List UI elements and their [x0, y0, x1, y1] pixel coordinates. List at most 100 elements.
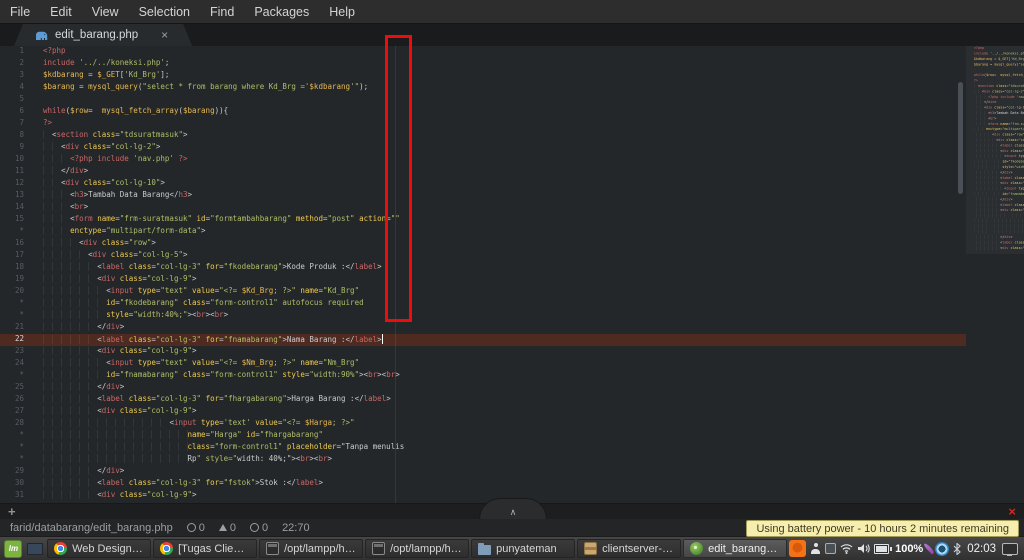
code-line[interactable]: 14 <br>	[0, 202, 1024, 214]
code-line[interactable]: * class="form-control1" placeholder="Tan…	[0, 442, 1024, 454]
code-editor[interactable]: 1 <?php 2 include '../../koneksi.php'; 3 $kdb…	[0, 46, 1024, 503]
code-text: <form name="frm-suratmasuk" id="formtamb…	[43, 214, 400, 226]
code-line[interactable]: 20 <input type="text" value="<?= $Kd_Brg…	[0, 286, 1024, 298]
line-number: 31	[14, 490, 24, 499]
code-line[interactable]: 28 <input type='text' value="<?= $Harga;…	[0, 418, 1024, 430]
code-line[interactable]: * Rp" style="width: 40%;"><br><br>	[0, 454, 1024, 466]
code-line[interactable]: 11 </div>	[0, 166, 1024, 178]
menu-item-file[interactable]: File	[10, 5, 30, 19]
add-icon[interactable]: +	[8, 504, 16, 519]
warning-triangle-icon	[218, 524, 227, 531]
code-line[interactable]: 12 <div class="col-lg-10">	[0, 178, 1024, 190]
code-lines: 1 <?php 2 include '../../koneksi.php'; 3 $kdb…	[0, 46, 1024, 502]
minimap[interactable]: 1<?php2include '../../koneksi.php';3$kdb…	[966, 46, 1024, 503]
error-count[interactable]: 0	[186, 522, 205, 534]
wifi-icon[interactable]	[840, 543, 853, 554]
code-line[interactable]: 17 <div class="col-lg-5">	[0, 250, 1024, 262]
bluetooth-icon[interactable]	[953, 542, 962, 555]
code-line[interactable]: 23 <div class="col-lg-9">	[0, 346, 1024, 358]
code-text: id="fnamabarang" class="form-control1" s…	[43, 370, 400, 382]
code-line[interactable]: * id="fkodebarang" class="form-control1"…	[0, 298, 1024, 310]
window-label: Web Designer In...	[72, 542, 144, 555]
error-circle-icon	[186, 523, 196, 532]
taskbar-window-edit-barang-php[interactable]: edit_barang.php ...	[683, 539, 788, 558]
code-line[interactable]: 22 <label class="col-lg-3" for="fnamabar…	[0, 334, 1024, 346]
code-line[interactable]: 5	[0, 94, 1024, 106]
workspace-monitor-icon[interactable]	[1002, 542, 1018, 556]
taskbar-window-web-designer-in[interactable]: Web Designer In...	[47, 539, 152, 558]
code-line[interactable]: 8 <section class="tdsuratmasuk">	[0, 130, 1024, 142]
taskbar-window-opt-lampp-htdo[interactable]: /opt/lampp/htdo...	[365, 539, 470, 558]
code-text: </div>	[43, 166, 88, 178]
cursor-position[interactable]: 22:70	[282, 522, 310, 534]
code-line[interactable]: 18 <label class="col-lg-3" for="fkodebar…	[0, 262, 1024, 274]
menu-item-packages[interactable]: Packages	[254, 5, 309, 19]
code-line[interactable]: 2 include '../../koneksi.php';	[0, 58, 1024, 70]
code-text: $kdbarang = $_GET['Kd_Brg'];	[43, 70, 170, 79]
code-text: </div>	[43, 466, 124, 478]
show-desktop-button[interactable]	[26, 539, 45, 559]
code-text: <div class="col-lg-10">	[43, 178, 165, 190]
code-text: class="form-control1" placeholder="Tanpa…	[43, 442, 404, 454]
taskbar-window-opt-lampp-htdoc[interactable]: /opt/lampp/htdoc...	[259, 539, 364, 558]
code-line[interactable]: 19 <div class="col-lg-9">	[0, 274, 1024, 286]
bottom-strip: + ∧ ×	[0, 498, 1024, 519]
code-line[interactable]: * style="width:40%;"><br><br>	[0, 310, 1024, 322]
code-line[interactable]: 10 <?php include 'nav.php' ?>	[0, 154, 1024, 166]
screenshot-icon[interactable]	[825, 543, 837, 554]
taskbar-window-clientserver-san[interactable]: clientserver-san...	[577, 539, 682, 558]
volume-icon[interactable]	[857, 543, 870, 554]
reveal-panel-button[interactable]: ∧	[479, 498, 547, 519]
line-number: *	[19, 454, 24, 463]
code-line[interactable]: 6 while($row= mysql_fetch_array($barang))…	[0, 106, 1024, 118]
menu-item-edit[interactable]: Edit	[50, 5, 72, 19]
shield-icon[interactable]	[935, 541, 950, 556]
menu-item-selection[interactable]: Selection	[139, 5, 190, 19]
notification-close-icon[interactable]: ×	[1008, 504, 1016, 519]
code-line[interactable]: 26 <label class="col-lg-3" for="fhargaba…	[0, 394, 1024, 406]
code-text: enctype="multipart/form-data">	[43, 226, 206, 238]
code-line[interactable]: 29 </div>	[0, 466, 1024, 478]
warning-count[interactable]: 0	[218, 522, 236, 534]
line-number: *	[19, 442, 24, 451]
menu-item-view[interactable]: View	[92, 5, 119, 19]
desktop-icon	[27, 542, 44, 555]
xampp-icon[interactable]	[789, 540, 807, 557]
menu-item-help[interactable]: Help	[329, 5, 355, 19]
code-text: <?php	[43, 46, 66, 55]
code-line[interactable]: 15 <form name="frm-suratmasuk" id="formt…	[0, 214, 1024, 226]
window-label: punyateman	[496, 542, 557, 555]
user-account-icon[interactable]	[810, 543, 821, 554]
code-line[interactable]: * id="fnamabarang" class="form-control1"…	[0, 370, 1024, 382]
terminal-icon	[266, 542, 280, 555]
code-line[interactable]: 13 <h3>Tambah Data Barang</h3>	[0, 190, 1024, 202]
code-line[interactable]: 27 <div class="col-lg-9">	[0, 406, 1024, 418]
start-menu-button[interactable]: lm	[3, 539, 24, 559]
code-line[interactable]: 4 $barang = mysql_query("select * from ba…	[0, 82, 1024, 94]
code-line[interactable]: 25 </div>	[0, 382, 1024, 394]
code-line[interactable]: 30 <label class="col-lg-3" for="fstok">S…	[0, 478, 1024, 490]
menu-item-find[interactable]: Find	[210, 5, 234, 19]
window-label: /opt/lampp/htdoc...	[284, 542, 356, 555]
code-line[interactable]: 24 <input type="text" value="<?= $Nm_Brg…	[0, 358, 1024, 370]
info-count[interactable]: 0	[249, 522, 268, 534]
code-line[interactable]: * enctype="multipart/form-data">	[0, 226, 1024, 238]
code-line[interactable]: 3 $kdbarang = $_GET['Kd_Brg'];	[0, 70, 1024, 82]
battery-tooltip: Using battery power - 10 hours 2 minutes…	[746, 520, 1019, 537]
code-line[interactable]: 9 <div class="col-lg-2">	[0, 142, 1024, 154]
code-line[interactable]: 7 ?>	[0, 118, 1024, 130]
file-path[interactable]: farid/databarang/edit_barang.php	[10, 522, 173, 534]
code-line[interactable]: 21 </div>	[0, 322, 1024, 334]
close-icon[interactable]: ×	[161, 29, 168, 41]
taskbar-window-punyateman[interactable]: punyateman	[471, 539, 576, 558]
pen-feather-icon[interactable]	[923, 542, 936, 555]
code-line[interactable]: 16 <div class="row">	[0, 238, 1024, 250]
clock[interactable]: 02:03	[967, 543, 996, 555]
taskbar-window-tugas-client-ser[interactable]: [Tugas Client Ser...	[153, 539, 258, 558]
battery-icon[interactable]: 100%	[874, 543, 923, 555]
code-line[interactable]: 1 <?php	[0, 46, 1024, 58]
code-line[interactable]: * name="Harga" id="fhargabarang"	[0, 430, 1024, 442]
tab-edit-barang[interactable]: edit_barang.php ×	[14, 24, 192, 46]
line-number: *	[19, 226, 24, 235]
scrollbar-thumb[interactable]	[958, 82, 963, 194]
